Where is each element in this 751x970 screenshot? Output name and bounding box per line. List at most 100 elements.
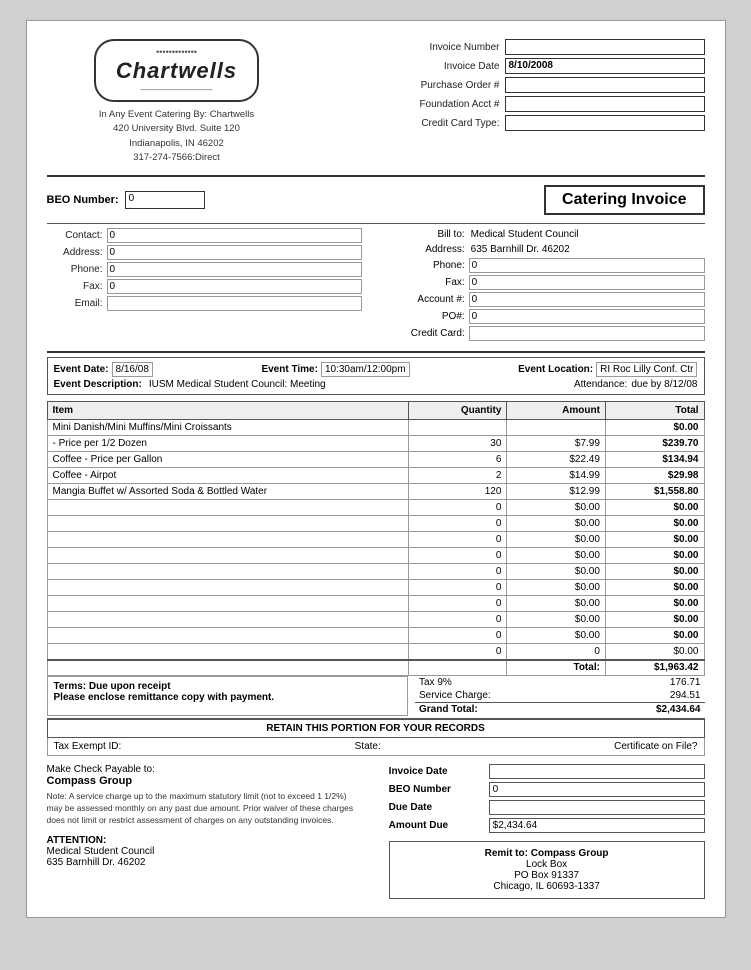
table-cell-qty: 30: [408, 436, 507, 452]
table-cell-qty: 0: [408, 500, 507, 516]
event-description-value: IUSM Medical Student Council: Meeting: [149, 379, 326, 390]
billing-phone-label: Phone:: [389, 260, 469, 271]
table-row: 0$0.00$0.00: [47, 500, 704, 516]
service-charge-label: Service Charge:: [419, 690, 491, 701]
billing-fax-input[interactable]: 0: [469, 275, 705, 290]
company-address1: 420 University Blvd. Suite 120: [99, 122, 254, 136]
totals-empty1: [47, 660, 408, 676]
footer-beo-input[interactable]: 0: [489, 782, 705, 797]
state-label: State:: [355, 741, 381, 752]
footer-amount-due-row: Amount Due $2,434.64: [389, 818, 705, 833]
table-row: 0$0.00$0.00: [47, 612, 704, 628]
contact-fax-input[interactable]: 0: [107, 279, 363, 294]
table-cell-amount: $0.00: [507, 564, 606, 580]
event-location-value[interactable]: RI Roc Lilly Conf. Ctr: [596, 362, 697, 377]
event-row2: Event Description: IUSM Medical Student …: [54, 379, 698, 390]
footer-right: Invoice Date BEO Number 0 Due Date Amoun…: [389, 764, 705, 899]
header-section: ••••••••••••• Chartwells ――――――――― In An…: [47, 39, 705, 165]
footer-beo-label: BEO Number: [389, 784, 489, 795]
beo-label: BEO Number:: [47, 194, 119, 206]
billing-cc-input[interactable]: [469, 326, 705, 341]
table-row: 0$0.00$0.00: [47, 580, 704, 596]
table-cell-qty: 2: [408, 468, 507, 484]
table-cell-item: [47, 548, 408, 564]
credit-card-label: Credit Card Type:: [375, 118, 505, 129]
billing-po-input[interactable]: 0: [469, 309, 705, 324]
table-cell-item: [47, 500, 408, 516]
col-quantity-header: Quantity: [408, 402, 507, 420]
contact-input[interactable]: 0: [107, 228, 363, 243]
terms-line2: Please enclose remittance copy with paym…: [54, 692, 402, 703]
footer-due-date-row: Due Date: [389, 800, 705, 815]
totals-value: $1,963.42: [605, 660, 704, 676]
billing-account-input[interactable]: 0: [469, 292, 705, 307]
table-row: Coffee - Airpot2$14.99$29.98: [47, 468, 704, 484]
invoice-date-input[interactable]: 8/10/2008: [505, 58, 705, 74]
tax-summary: Tax 9% 176.71 Service Charge: 294.51 Gra…: [415, 676, 705, 716]
billing-cc-label: Credit Card:: [389, 328, 469, 339]
contact-address-input[interactable]: 0: [107, 245, 363, 260]
service-charge-row: Service Charge: 294.51: [415, 689, 705, 702]
billing-account-row: Account #: 0: [389, 292, 705, 307]
table-cell-qty: 0: [408, 644, 507, 660]
grand-total-row: Grand Total: $2,434.64: [415, 702, 705, 716]
footer-due-date-input[interactable]: [489, 800, 705, 815]
compass-group-label: Compass Group: [47, 775, 363, 787]
table-cell-item: [47, 564, 408, 580]
billing-phone-row: Phone: 0: [389, 258, 705, 273]
table-cell-total: $0.00: [605, 564, 704, 580]
table-cell-item: [47, 580, 408, 596]
billing-phone-input[interactable]: 0: [469, 258, 705, 273]
credit-card-input[interactable]: [505, 115, 705, 131]
table-row: 0$0.00$0.00: [47, 532, 704, 548]
table-cell-total: $0.00: [605, 516, 704, 532]
table-cell-total: $0.00: [605, 644, 704, 660]
table-cell-qty: 6: [408, 452, 507, 468]
service-charge-value: 294.51: [670, 690, 701, 701]
bill-to-row: Bill to: Medical Student Council: [389, 228, 705, 241]
retain-section: RETAIN THIS PORTION FOR YOUR RECORDS: [47, 718, 705, 738]
remit-box: Remit to: Compass Group Lock Box PO Box …: [389, 841, 705, 899]
table-row: 0$0.00$0.00: [47, 564, 704, 580]
event-date-value[interactable]: 8/16/08: [112, 362, 153, 377]
tax-label: Tax 9%: [419, 677, 452, 688]
billing-po-label: PO#:: [389, 311, 469, 322]
footer-amount-due-input[interactable]: $2,434.64: [489, 818, 705, 833]
table-cell-amount: $14.99: [507, 468, 606, 484]
beo-input[interactable]: 0: [125, 191, 205, 209]
invoice-number-label: Invoice Number: [375, 42, 505, 53]
invoice-number-input[interactable]: [505, 39, 705, 55]
logo-swoosh: •••••••••••••: [116, 47, 237, 57]
table-cell-qty: 120: [408, 484, 507, 500]
table-cell-amount: $0.00: [507, 516, 606, 532]
invoice-number-row: Invoice Number: [375, 39, 705, 55]
logo-swoosh-bottom: ―――――――――: [116, 85, 237, 94]
contact-address-label: Address:: [47, 247, 107, 258]
table-row: Mini Danish/Mini Muffins/Mini Croissants…: [47, 420, 704, 436]
grand-total-value: $2,434.64: [656, 704, 701, 715]
purchase-order-input[interactable]: [505, 77, 705, 93]
foundation-acct-input[interactable]: [505, 96, 705, 112]
contact-billing-section: Contact: 0 Address: 0 Phone: 0 Fax: 0 Em…: [47, 228, 705, 343]
billing-fax-row: Fax: 0: [389, 275, 705, 290]
contact-phone-input[interactable]: 0: [107, 262, 363, 277]
contact-email-input[interactable]: [107, 296, 363, 311]
event-time-value[interactable]: 10:30am/12:00pm: [321, 362, 410, 377]
tax-value: 176.71: [670, 677, 701, 688]
table-cell-item: Mini Danish/Mini Muffins/Mini Croissants: [47, 420, 408, 436]
footer-invoice-date-input[interactable]: [489, 764, 705, 779]
event-section: Event Date: 8/16/08 Event Time: 10:30am/…: [47, 357, 705, 395]
bill-to-value: Medical Student Council: [469, 228, 705, 241]
event-date-label: Event Date:: [54, 364, 109, 375]
table-cell-total: $0.00: [605, 628, 704, 644]
billing-account-label: Account #:: [389, 294, 469, 305]
credit-card-row: Credit Card Type:: [375, 115, 705, 131]
foundation-acct-row: Foundation Acct #: [375, 96, 705, 112]
contact-phone-row: Phone: 0: [47, 262, 363, 277]
purchase-order-label: Purchase Order #: [375, 80, 505, 91]
contact-address-row: Address: 0: [47, 245, 363, 260]
event-attendance-label: Attendance:: [574, 379, 627, 390]
contact-fax-row: Fax: 0: [47, 279, 363, 294]
invoice-fields: Invoice Number Invoice Date 8/10/2008 Pu…: [375, 39, 705, 134]
event-time-label: Event Time:: [261, 364, 318, 375]
